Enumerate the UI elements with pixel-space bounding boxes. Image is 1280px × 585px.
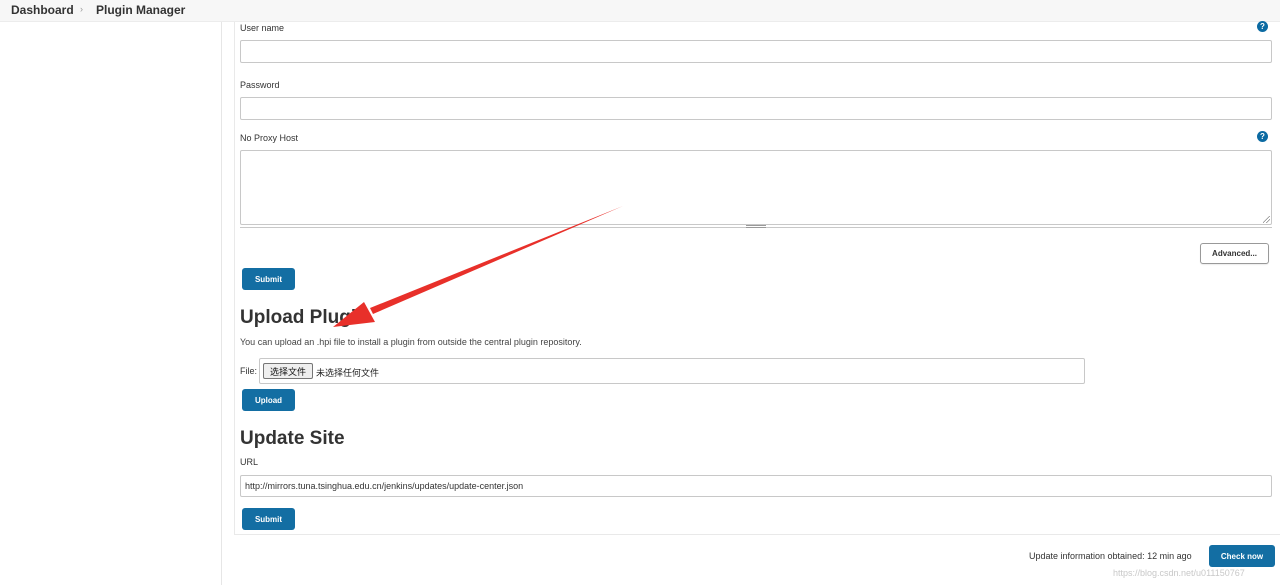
advanced-button[interactable]: Advanced... (1200, 243, 1269, 264)
update-site-submit-button[interactable]: Submit (242, 508, 295, 530)
no-proxy-host-textarea[interactable] (240, 150, 1272, 225)
no-file-chosen-text: 未选择任何文件 (316, 369, 380, 379)
username-label: User name (240, 23, 285, 33)
upload-button[interactable]: Upload (242, 389, 295, 411)
proxy-submit-button[interactable]: Submit (242, 268, 295, 290)
update-site-url-input[interactable] (240, 475, 1272, 497)
username-input[interactable] (240, 40, 1272, 63)
breadcrumb: Dashboard › Plugin Manager (0, 0, 1280, 22)
side-panel (0, 22, 222, 585)
choose-file-button[interactable]: 选择文件 (263, 363, 313, 379)
url-label: URL (240, 457, 259, 467)
help-icon[interactable]: ? (1257, 131, 1268, 142)
update-site-title: Update Site (240, 428, 345, 449)
resize-handle-icon[interactable] (746, 225, 766, 228)
upload-plugin-description: You can upload an .hpi file to install a… (240, 337, 582, 347)
breadcrumb-dashboard-link[interactable]: Dashboard (11, 3, 74, 17)
breadcrumb-plugin-manager-link[interactable]: Plugin Manager (96, 3, 185, 17)
resize-corner-icon[interactable] (1263, 216, 1270, 223)
password-input[interactable] (240, 97, 1272, 120)
check-now-button[interactable]: Check now (1209, 545, 1275, 567)
watermark-text: https://blog.csdn.net/u011150767 (1113, 568, 1245, 578)
file-label: File: (240, 366, 258, 376)
update-status-text: Update information obtained: 12 min ago (1029, 551, 1192, 561)
help-icon[interactable]: ? (1257, 21, 1268, 32)
no-proxy-host-label: No Proxy Host (240, 133, 299, 143)
chevron-right-icon: › (80, 4, 83, 14)
upload-plugin-title: Upload Plugin (240, 307, 368, 328)
password-label: Password (240, 80, 280, 90)
file-input[interactable] (259, 358, 1085, 384)
